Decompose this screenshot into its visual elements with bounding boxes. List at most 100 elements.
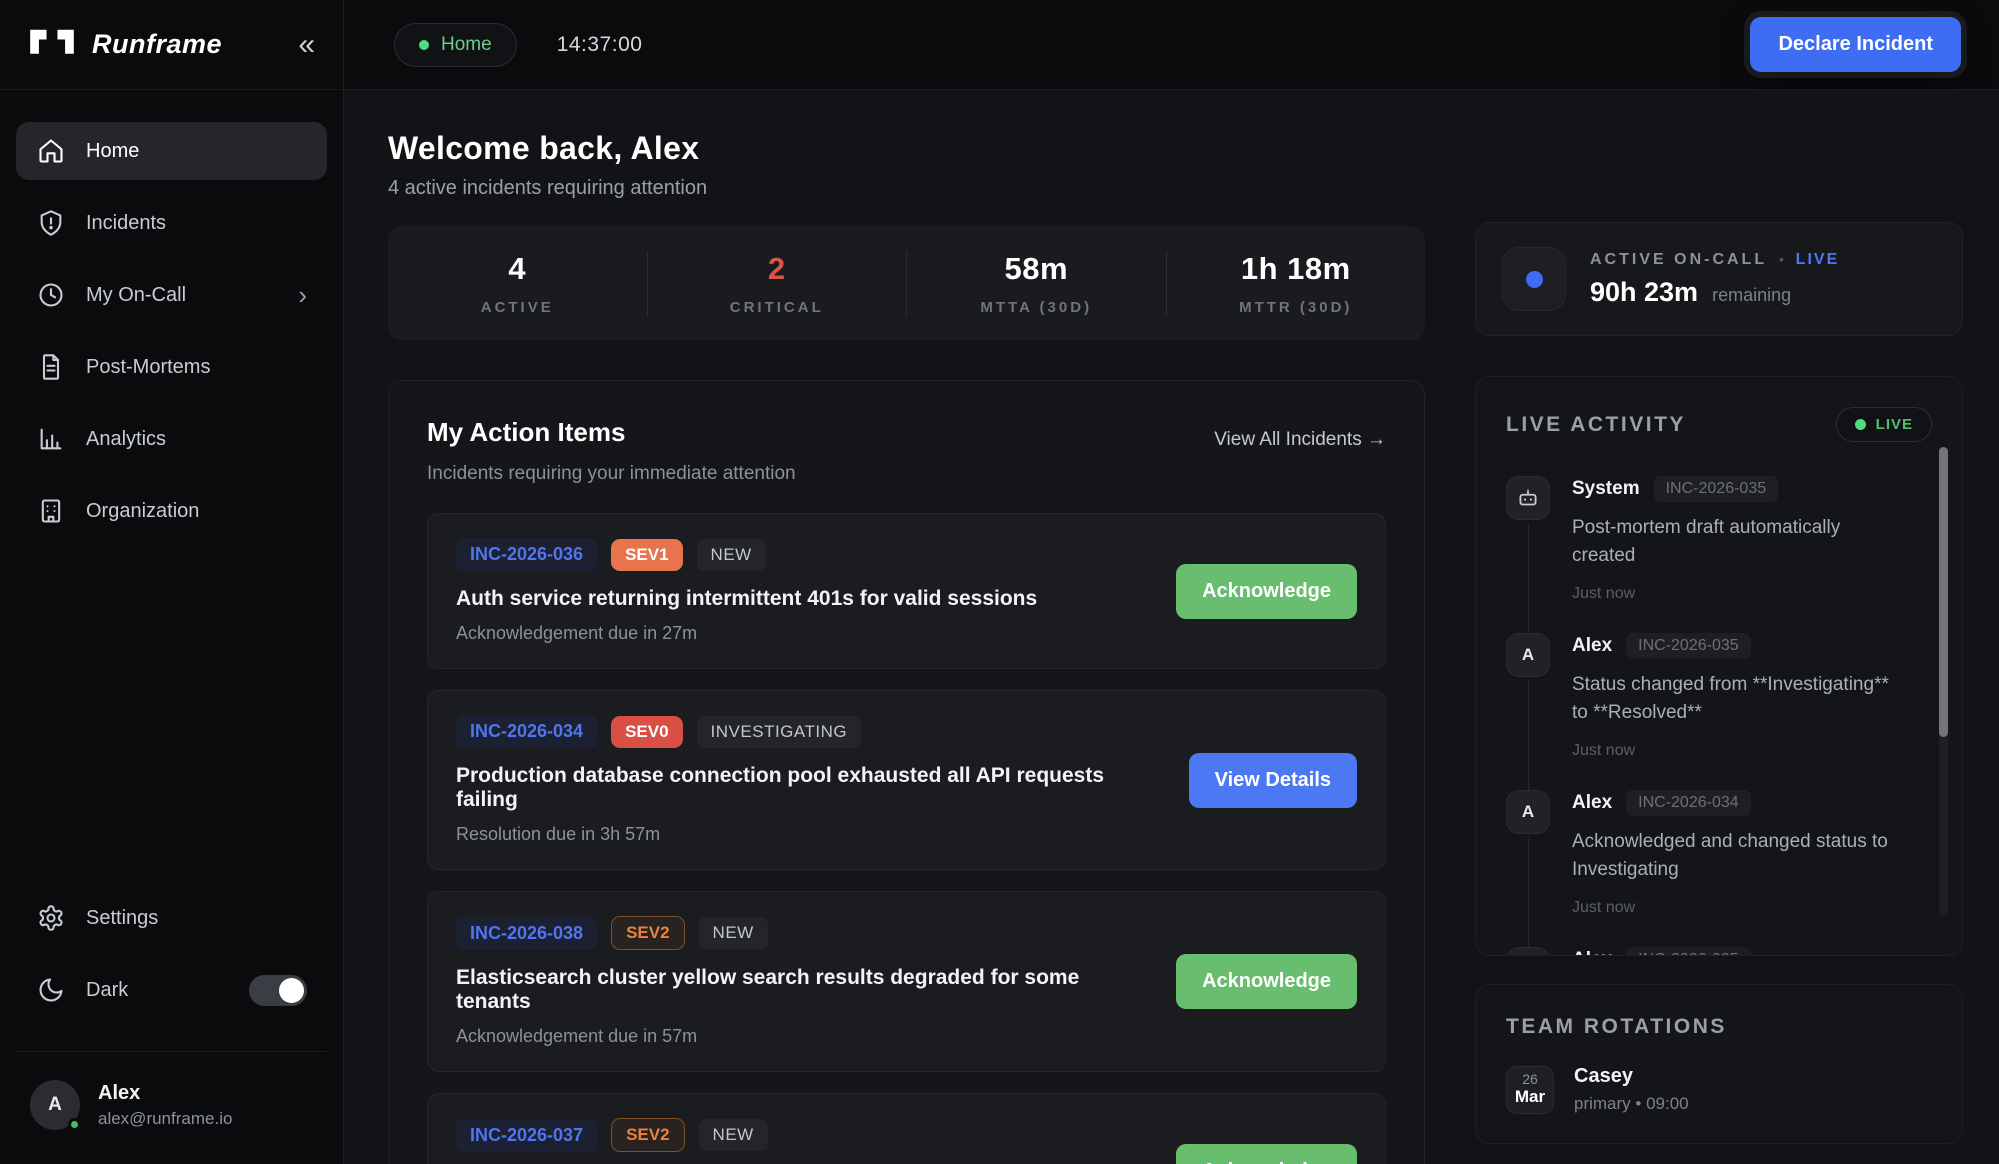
activity-message: Acknowledged and changed status to Inves… xyxy=(1572,828,1898,883)
main-content: Welcome back, Alex 4 active incidents re… xyxy=(344,90,1999,1164)
severity-badge: SEV1 xyxy=(611,539,682,571)
divider xyxy=(16,1051,327,1052)
incident-id-badge[interactable]: INC-2026-037 xyxy=(456,1119,597,1152)
robot-icon xyxy=(1506,476,1550,520)
oncall-label: ACTIVE ON-CALL xyxy=(1590,251,1767,269)
incident-row: INC-2026-034 SEV0 INVESTIGATING Producti… xyxy=(427,690,1386,870)
team-rotations-title: TEAM ROTATIONS xyxy=(1506,1015,1932,1039)
stat-label: CRITICAL xyxy=(648,299,907,316)
activity-message: Status changed from **Investigating** to… xyxy=(1572,671,1898,726)
settings-label: Settings xyxy=(86,907,307,930)
theme-label: Dark xyxy=(86,979,229,1002)
scrollbar-thumb[interactable] xyxy=(1939,447,1948,737)
toggle-knob xyxy=(279,978,304,1003)
incident-action-button[interactable]: View Details xyxy=(1189,753,1357,808)
bar-chart-icon xyxy=(36,424,66,454)
activity-incident-badge[interactable]: INC-2026-035 xyxy=(1626,633,1751,659)
activity-incident-badge[interactable]: INC-2026-034 xyxy=(1626,790,1751,816)
right-column: ACTIVE ON-CALL • LIVE 90h 23m remaining … xyxy=(1475,130,1963,1164)
view-all-incidents-link[interactable]: View All Incidents → xyxy=(1214,429,1386,451)
oncall-time-remaining: 90h 23m xyxy=(1590,277,1698,308)
incident-due-text: Acknowledgement due in 57m xyxy=(456,1026,1152,1047)
incident-title: Production database connection pool exha… xyxy=(456,764,1165,812)
live-badge: LIVE xyxy=(1836,407,1932,442)
blue-dot-icon xyxy=(1526,271,1543,288)
stat-cell: 1h 18m MTTR (30D) xyxy=(1166,251,1426,316)
stat-value: 1h 18m xyxy=(1167,251,1426,287)
activity-entry: System INC-2026-035 Post-mortem draft au… xyxy=(1506,476,1898,603)
sidebar-item-settings[interactable]: Settings xyxy=(16,889,327,947)
breadcrumb-label: Home xyxy=(441,34,492,56)
document-icon xyxy=(36,352,66,382)
stat-cell: 4 ACTIVE xyxy=(388,251,647,316)
sidebar-nav: Home Incidents My On-Call › Post-Mortems xyxy=(0,90,343,540)
activity-entry: A Alex INC-2026-035 Status changed from … xyxy=(1506,633,1898,760)
activity-avatar: A xyxy=(1506,633,1550,677)
incident-id-badge[interactable]: INC-2026-038 xyxy=(456,917,597,950)
scrollbar-track[interactable] xyxy=(1939,447,1948,915)
incident-row: INC-2026-037 SEV2 NEW CDN cache invalida… xyxy=(427,1093,1386,1164)
activity-avatar: A xyxy=(1506,790,1550,834)
incident-action-button[interactable]: Acknowledge xyxy=(1176,1144,1357,1164)
severity-badge: SEV2 xyxy=(611,916,684,950)
sidebar-item[interactable]: Organization xyxy=(16,482,327,540)
sidebar: Runframe « Home Incidents My On-Call › xyxy=(0,0,344,1164)
stat-label: ACTIVE xyxy=(388,299,647,316)
rotation-month: Mar xyxy=(1515,1087,1545,1107)
dark-mode-toggle[interactable] xyxy=(249,975,307,1006)
oncall-remaining-label: remaining xyxy=(1712,285,1791,306)
sidebar-item[interactable]: Post-Mortems xyxy=(16,338,327,396)
sidebar-item[interactable]: My On-Call › xyxy=(16,266,327,324)
activity-actor-name: Alex xyxy=(1572,792,1612,814)
declare-incident-button[interactable]: Declare Incident xyxy=(1750,17,1961,72)
sidebar-item[interactable]: Analytics xyxy=(16,410,327,468)
theme-row: Dark xyxy=(16,961,327,1019)
stat-value: 4 xyxy=(388,251,647,287)
user-profile[interactable]: A Alex alex@runframe.io xyxy=(16,1072,327,1164)
sidebar-item-label: Analytics xyxy=(86,428,307,451)
action-items-subtitle: Incidents requiring your immediate atten… xyxy=(427,463,1386,485)
chevron-right-icon: › xyxy=(298,280,307,311)
home-icon xyxy=(36,136,66,166)
avatar: A xyxy=(30,1080,80,1130)
sidebar-item[interactable]: Incidents xyxy=(16,194,327,252)
breadcrumb[interactable]: Home xyxy=(394,23,517,67)
team-rotations-card: TEAM ROTATIONS 26 Mar Casey primary • 09… xyxy=(1475,984,1963,1144)
stat-value: 2 xyxy=(648,251,907,287)
incident-title: Elasticsearch cluster yellow search resu… xyxy=(456,966,1152,1014)
incident-id-badge[interactable]: INC-2026-034 xyxy=(456,715,597,748)
live-activity-title: LIVE ACTIVITY xyxy=(1506,413,1686,437)
sidebar-item[interactable]: Home xyxy=(16,122,327,180)
sidebar-collapse-icon[interactable]: « xyxy=(298,30,315,60)
activity-actor-name: Alex xyxy=(1572,949,1612,956)
shield-alert-icon xyxy=(36,208,66,238)
activity-incident-badge[interactable]: INC-2026-035 xyxy=(1654,476,1779,502)
incident-action-button[interactable]: Acknowledge xyxy=(1176,954,1357,1009)
activity-incident-badge[interactable]: INC-2026-035 xyxy=(1626,947,1751,956)
stat-value: 58m xyxy=(907,251,1166,287)
status-badge: INVESTIGATING xyxy=(697,716,862,748)
incident-due-text: Acknowledgement due in 27m xyxy=(456,623,1152,644)
status-badge: NEW xyxy=(699,917,768,949)
incident-row: INC-2026-038 SEV2 NEW Elasticsearch clus… xyxy=(427,891,1386,1072)
activity-actor-name: Alex xyxy=(1572,635,1612,657)
oncall-live-badge: LIVE xyxy=(1796,251,1840,269)
rotation-person-name: Casey xyxy=(1574,1065,1689,1088)
activity-feed: System INC-2026-035 Post-mortem draft au… xyxy=(1506,476,1932,956)
brand-name: Runframe xyxy=(92,29,282,60)
brand-row: Runframe « xyxy=(0,0,343,90)
action-items-list: INC-2026-036 SEV1 NEW Auth service retur… xyxy=(427,513,1386,1164)
rotation-date-tile: 26 Mar xyxy=(1506,1066,1554,1114)
online-status-dot xyxy=(68,1118,81,1131)
sidebar-item-label: Organization xyxy=(86,500,307,523)
incident-action-button[interactable]: Acknowledge xyxy=(1176,564,1357,619)
live-activity-card: LIVE ACTIVITY LIVE System INC-2026-035 xyxy=(1475,376,1963,956)
activity-actor-name: System xyxy=(1572,478,1640,500)
rotation-detail: primary • 09:00 xyxy=(1574,1094,1689,1114)
user-name: Alex xyxy=(98,1082,232,1105)
live-dot-icon xyxy=(1855,419,1866,430)
incident-id-badge[interactable]: INC-2026-036 xyxy=(456,538,597,571)
action-items-card: My Action Items View All Incidents → Inc… xyxy=(388,380,1425,1164)
active-oncall-card: ACTIVE ON-CALL • LIVE 90h 23m remaining xyxy=(1475,222,1963,336)
page-title: Welcome back, Alex xyxy=(388,130,1425,167)
